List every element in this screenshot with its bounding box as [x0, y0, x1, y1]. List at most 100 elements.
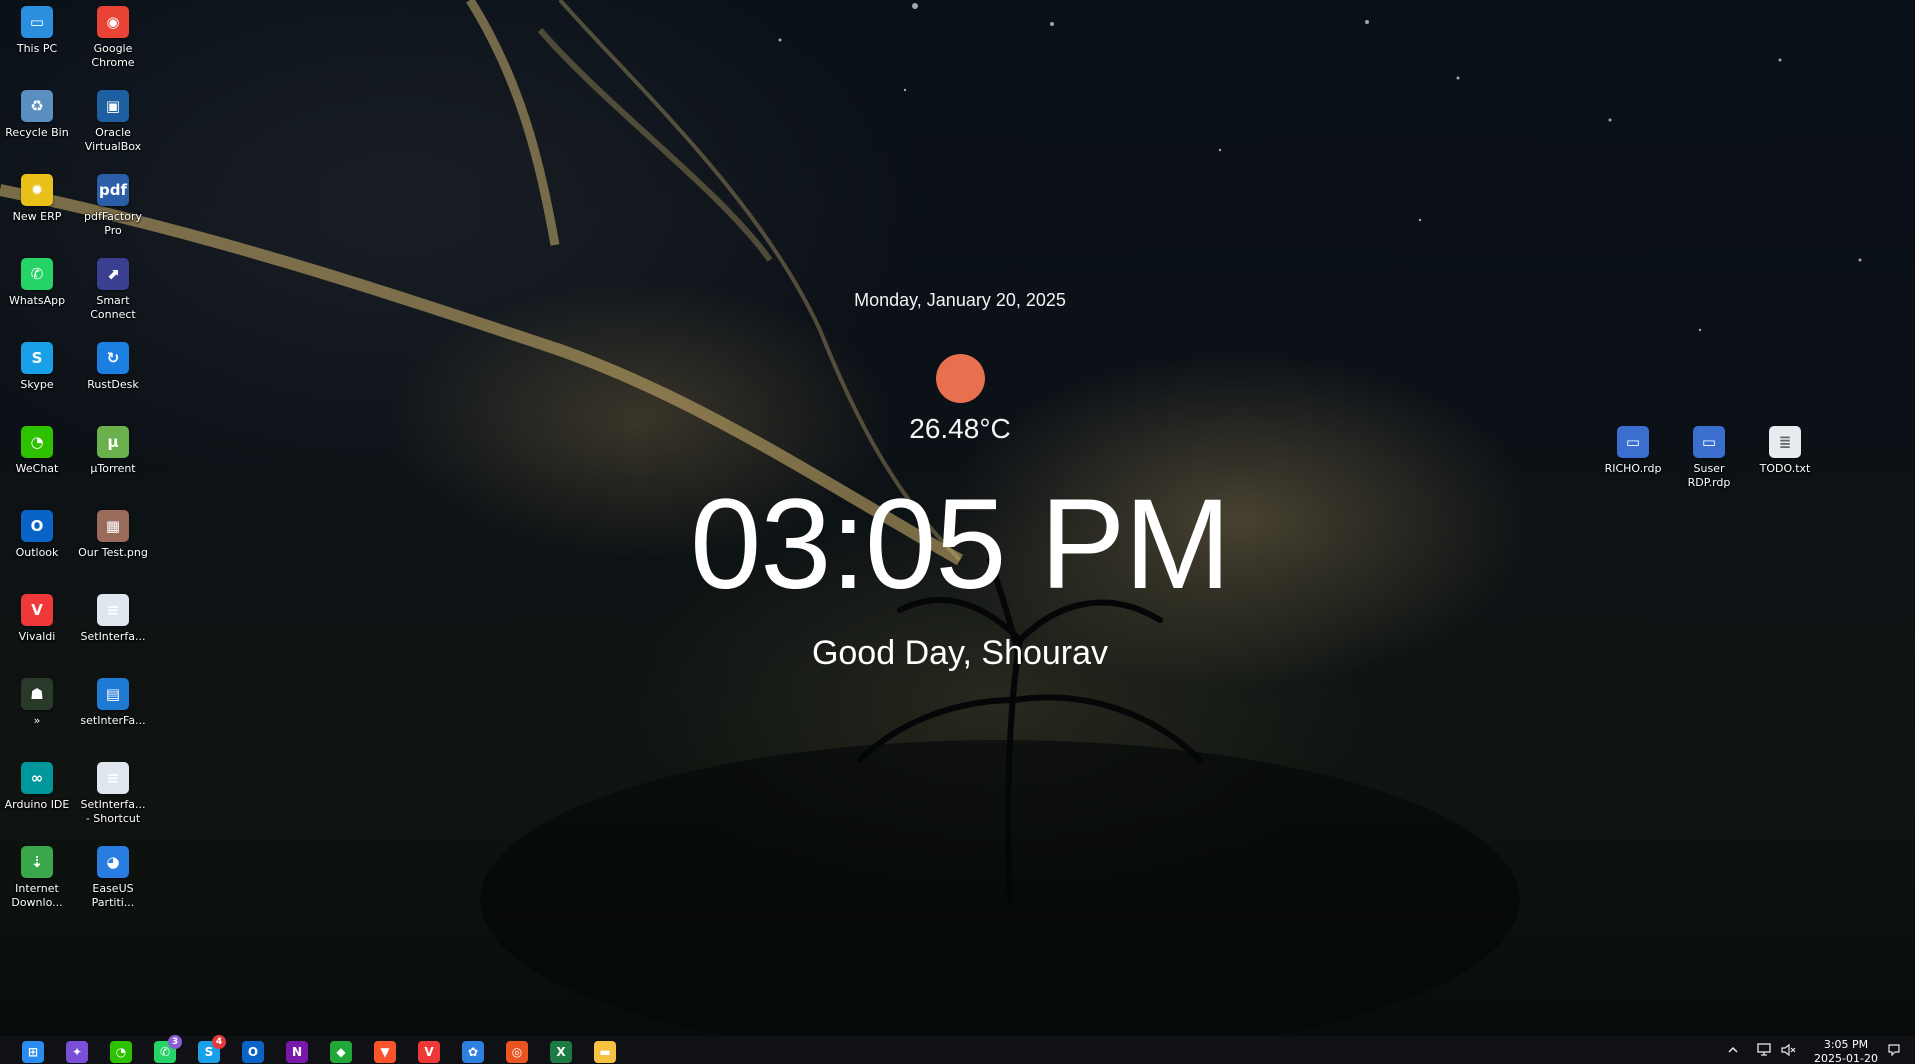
desktop-icon-skype[interactable]: S Skype [0, 342, 74, 392]
document-file-icon: ▤ [97, 678, 129, 710]
desktop-icon-label: Outlook [15, 546, 59, 559]
smart-connect-icon: ⬈ [97, 258, 129, 290]
widget-greeting: Good Day, Shourav [811, 634, 1109, 672]
desktop-icon-arduino-ide[interactable]: ∞ Arduino IDE [0, 762, 74, 812]
ubuntu-icon[interactable]: ◎ [506, 1041, 528, 1063]
desktop-icon-oracle-virtualbox[interactable]: ▣ Oracle VirtualBox [76, 90, 150, 154]
desktop-icon-new-erp[interactable]: ✹ New ERP [0, 174, 74, 224]
outlook-icon[interactable]: O [242, 1041, 264, 1063]
desktop-icon-vivaldi[interactable]: V Vivaldi [0, 594, 74, 644]
copilot-icon[interactable]: ✦ [66, 1041, 88, 1063]
wechat-icon: ◔ [21, 426, 53, 458]
taskbar-clock[interactable]: 3:05 PM 2025-01-20 [1808, 1038, 1884, 1064]
wechat-icon[interactable]: ◔ [110, 1041, 132, 1063]
desktop-icon-label: SetInterfa... - Shortcut [80, 798, 146, 825]
desktop-icon-label: Smart Connect [90, 294, 136, 321]
network-icon[interactable] [1756, 1036, 1774, 1064]
desktop-icon-shortcut-unnamed[interactable]: ☗» [0, 678, 74, 728]
desktop-icon-setinterfa-shortcut[interactable]: ≡ SetInterfa... - Shortcut [76, 762, 150, 826]
desktop-icon-label: RICHO.rdp [1604, 462, 1662, 475]
desktop-icon-label: RustDesk [87, 378, 139, 391]
desktop-icon-rustdesk[interactable]: ↻ RustDesk [76, 342, 150, 392]
notification-badge: 3 [168, 1035, 182, 1049]
desktop-icon-suser-rdp[interactable]: ▭ Suser RDP.rdp [1672, 426, 1746, 490]
notification-icon[interactable] [1886, 1036, 1902, 1064]
desktop-icon-smart-connect[interactable]: ⬈ Smart Connect [76, 258, 150, 322]
desktop-icon-label: Arduino IDE [4, 798, 70, 811]
desktop-icon-label: TODO.txt [1759, 462, 1811, 475]
desktop-icon-label: » [33, 714, 41, 727]
widget-date: Monday, January 20, 2025 [854, 290, 1066, 310]
notification-badge: 4 [212, 1035, 226, 1049]
whatsapp-icon[interactable]: ✆ 3 [154, 1035, 182, 1063]
desktop-icon-label: EaseUS Partiti... [91, 882, 135, 909]
desktop-icon-label: Skype [20, 378, 54, 391]
desktop-icon-internet-download-manager[interactable]: ⇣ Internet Downlo... [0, 846, 74, 910]
text-file-icon: ≣ [1769, 426, 1801, 458]
desktop-icon-label: Suser RDP.rdp [1687, 462, 1731, 489]
virtualbox-icon: ▣ [97, 90, 129, 122]
desktop-icon-label: Google Chrome [91, 42, 135, 69]
desktop-icon-todo-txt[interactable]: ≣ TODO.txt [1748, 426, 1822, 476]
desktop-icon-label: µTorrent [90, 462, 136, 475]
widget-temperature: 26.48°C [909, 413, 1011, 444]
chevron-up-icon[interactable] [1726, 1036, 1740, 1064]
desktop-icon-this-pc[interactable]: ▭ This PC [0, 6, 74, 56]
skype-icon: S [21, 342, 53, 374]
desktop-icon-label: WhatsApp [8, 294, 66, 307]
rdp-file-icon: ▭ [1693, 426, 1725, 458]
taskbar-date: 2025-01-20 [1814, 1052, 1878, 1064]
image-file-icon: ▦ [97, 510, 129, 542]
widget-time: 03:05 PM [690, 473, 1231, 616]
desktop-icon-label: pdfFactory Pro [83, 210, 143, 237]
desktop-icon-google-chrome[interactable]: ◉ Google Chrome [76, 6, 150, 70]
desktop-icon-setinterfa-1[interactable]: ≡ SetInterfa... [76, 594, 150, 644]
desktop-icon-outlook[interactable]: O Outlook [0, 510, 74, 560]
pdffactory-icon: pdf [97, 174, 129, 206]
desktop-icon-label: This PC [16, 42, 58, 55]
shortcut-icon: ☗ [21, 678, 53, 710]
desktop-icon-wechat[interactable]: ◔ WeChat [0, 426, 74, 476]
outlook-icon: O [21, 510, 53, 542]
taskbar: ⊞ ✦ ◔ ✆ 3 S 4 O N ◆ ▼ V ✿ ◎ X ▬ 3:05 PM 2025-01-20 [0, 1035, 1915, 1064]
desktop-icon-label: Recycle Bin [5, 126, 69, 139]
rdp-file-icon: ▭ [1617, 426, 1649, 458]
vivaldi-icon[interactable]: V [418, 1041, 440, 1063]
photos-icon[interactable]: ✿ [462, 1041, 484, 1063]
erp-icon: ✹ [21, 174, 53, 206]
script-file-icon: ≡ [97, 594, 129, 626]
excel-icon[interactable]: X [550, 1041, 572, 1063]
utorrent-icon: µ [97, 426, 129, 458]
windows-start-icon[interactable]: ⊞ [22, 1041, 44, 1063]
volume-muted-icon[interactable] [1780, 1036, 1798, 1064]
script-shortcut-icon: ≡ [97, 762, 129, 794]
desktop-icon-label: WeChat [15, 462, 59, 475]
desktop-icon-richo-rdp[interactable]: ▭ RICHO.rdp [1596, 426, 1670, 476]
onenote-icon[interactable]: N [286, 1041, 308, 1063]
desktop-icon-whatsapp[interactable]: ✆ WhatsApp [0, 258, 74, 308]
desktop-icon-setinterfa-2[interactable]: ▤ setInterFa... [76, 678, 150, 728]
monitor-icon: ▭ [21, 6, 53, 38]
chrome-icon: ◉ [97, 6, 129, 38]
brave-icon[interactable]: ▼ [374, 1041, 396, 1063]
desktop-icon-label: New ERP [12, 210, 62, 223]
desktop-icon-easeus-partition[interactable]: ◕ EaseUS Partiti... [76, 846, 150, 910]
desktop-icon-label: setInterFa... [80, 714, 146, 727]
desktop-icon-utorrent[interactable]: µ µTorrent [76, 426, 150, 476]
skype-icon[interactable]: S4 [198, 1035, 226, 1063]
desktop-icon-pdffactory-pro[interactable]: pdf pdfFactory Pro [76, 174, 150, 238]
desktop-icon-label: SetInterfa... [80, 630, 146, 643]
desktop-icon-label: Our Test.png [78, 546, 148, 559]
rustdesk-icon: ↻ [97, 342, 129, 374]
easeus-icon: ◕ [97, 846, 129, 878]
folder-icon[interactable]: ▬ [594, 1041, 616, 1063]
recycle-bin-icon: ♻ [21, 90, 53, 122]
desktop-icon-our-test-png[interactable]: ▦ Our Test.png [76, 510, 150, 560]
remote-desktop-icon[interactable]: ◆ [330, 1041, 352, 1063]
desktop-icon-label: Internet Downlo... [11, 882, 63, 909]
desktop-icon-recycle-bin[interactable]: ♻ Recycle Bin [0, 90, 74, 140]
sun-icon [936, 354, 985, 403]
desktop-icon-label: Vivaldi [18, 630, 56, 643]
arduino-icon: ∞ [21, 762, 53, 794]
taskbar-time: 3:05 PM [1823, 1038, 1869, 1051]
